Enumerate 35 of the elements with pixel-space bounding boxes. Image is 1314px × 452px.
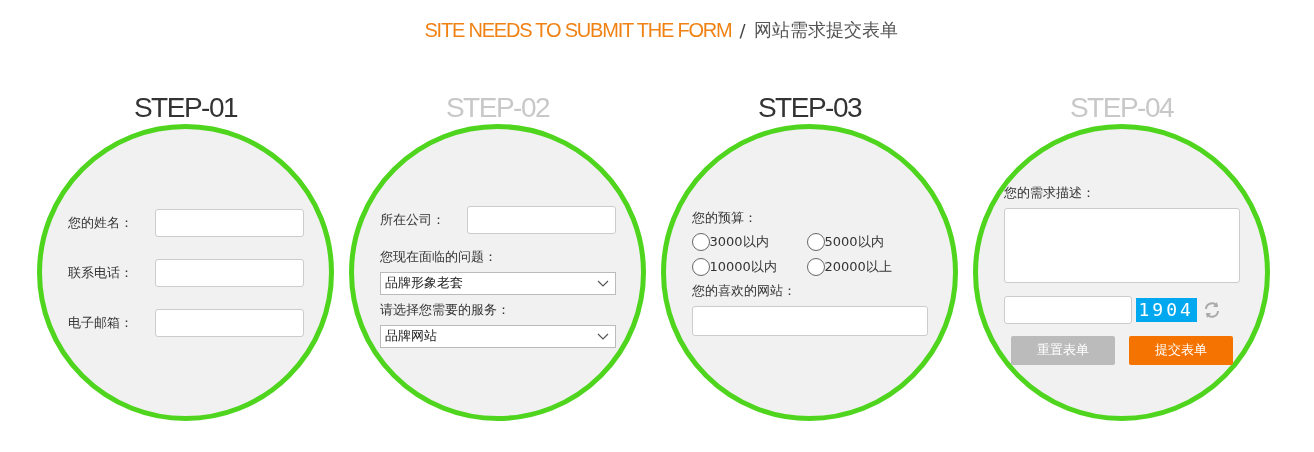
radio-button[interactable] (691, 233, 710, 251)
field-label: 您的喜欢的网站： (691, 282, 797, 300)
chevron-icon (596, 332, 609, 340)
radio-option[interactable]: 5000以内 (806, 233, 928, 251)
input-field[interactable] (691, 306, 928, 336)
refresh-icon[interactable] (1202, 300, 1221, 319)
field-label: 您的姓名： (67, 213, 133, 232)
radio-button[interactable] (806, 233, 825, 251)
field-label: 请选择您需要的服务： (379, 300, 511, 319)
radio-option[interactable]: 10000以内 (691, 258, 807, 276)
input-field[interactable] (154, 208, 304, 237)
radio-option[interactable]: 3000以内 (691, 233, 807, 251)
step-heading: STEP-03 (757, 92, 862, 124)
input-field[interactable] (154, 258, 304, 287)
input-field[interactable] (154, 308, 304, 337)
captcha-field[interactable] (1003, 295, 1132, 324)
input-field[interactable] (466, 205, 616, 234)
page-subtitle: 网站需求提交表单 (753, 18, 898, 42)
field-label: 所在公司： (379, 210, 445, 229)
dropdown-field[interactable]: 品牌网站 (379, 324, 616, 348)
field-label: 联系电话： (67, 263, 133, 282)
radio-button[interactable] (806, 258, 825, 276)
field-label: 您现在面临的问题： (379, 247, 498, 266)
dropdown-field[interactable]: 品牌形象老套 (379, 271, 616, 295)
field-label: 您的预算： (691, 209, 758, 227)
title-separator: / (739, 19, 746, 41)
step-heading: STEP-01 (133, 92, 238, 124)
radio-option[interactable]: 20000以上 (806, 258, 928, 276)
radio-button[interactable] (691, 258, 710, 276)
textarea-field[interactable] (1003, 207, 1240, 283)
field-label: 您的需求描述： (1003, 183, 1096, 202)
page-title: SITE NEEDS TO SUBMIT THE FORM (424, 18, 732, 42)
field-label: 电子邮箱： (67, 313, 133, 332)
chevron-icon (596, 279, 609, 287)
captcha-code: 1904 (1135, 297, 1197, 322)
